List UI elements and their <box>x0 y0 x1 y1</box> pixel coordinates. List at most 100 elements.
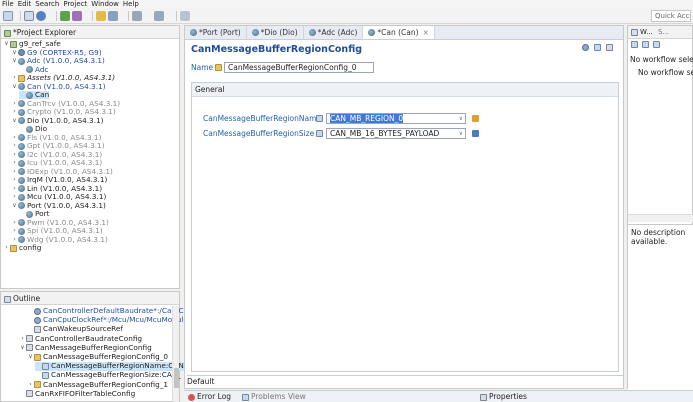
play-icon[interactable] <box>631 41 638 48</box>
tree-item[interactable]: ∨ Adc (V1.0.0, AS4.3.1) <box>11 56 105 65</box>
menu-project[interactable]: Project <box>63 0 87 8</box>
tree-item[interactable]: CanMessageBufferRegionName:CAN <box>35 361 184 371</box>
edit-pencil-icon[interactable] <box>472 115 479 122</box>
project-explorer-icon <box>4 29 11 37</box>
history-icon[interactable] <box>108 11 118 21</box>
param-value-select[interactable]: CAN_MB_REGION_0 ∨ <box>326 113 466 124</box>
module-icon <box>26 91 33 99</box>
expand-twisty-icon[interactable]: ∨ <box>11 117 18 125</box>
expand-twisty-icon[interactable]: ∨ <box>3 40 10 48</box>
outline-title: Outline <box>13 294 41 303</box>
collapse-icon[interactable] <box>653 41 660 48</box>
tree-item[interactable]: ∨ Dio (V1.0.0, AS4.3.1) <box>11 116 103 125</box>
collapse-twisty-icon[interactable]: › <box>11 176 18 184</box>
tree-item[interactable]: › CanControllerBaudrateConfig <box>19 334 142 343</box>
param-value-select[interactable]: CAN_MB_16_BYTES_PAYLOAD ∨ <box>326 128 466 139</box>
collapse-twisty-icon[interactable]: › <box>11 193 18 201</box>
name-input[interactable]: CanMessageBufferRegionConfig_0 <box>224 62 374 73</box>
editor-tab[interactable]: *Dio (Dio) <box>247 26 304 39</box>
collapse-twisty-icon[interactable]: › <box>11 185 18 193</box>
workflow-h-scrollbar[interactable] <box>628 214 693 222</box>
generate-icon[interactable] <box>72 11 82 21</box>
collapse-twisty-icon[interactable]: › <box>11 74 18 82</box>
project-explorer-tab[interactable]: *Project Explorer <box>1 26 179 39</box>
tree-item[interactable]: › config <box>3 243 41 252</box>
collapse-twisty-icon[interactable]: › <box>11 159 18 167</box>
collapse-twisty-icon[interactable]: › <box>11 227 18 235</box>
collapse-twisty-icon[interactable]: › <box>11 142 18 150</box>
tree-item-label: CanRxFIFOFilterTableConfig <box>35 388 136 398</box>
forward-icon[interactable] <box>154 11 164 21</box>
tree-item[interactable]: ∨ Port (V1.0.0, AS4.3.1) <box>11 201 106 210</box>
tree-item[interactable]: CanRxFIFOFilterTableConfig <box>19 388 136 398</box>
problems-icon <box>242 393 249 401</box>
tab-general[interactable]: General <box>192 83 618 97</box>
editor-tab[interactable]: *Adc (Adc) <box>304 26 364 39</box>
workflow-toolbar <box>628 41 693 51</box>
up-arrow-icon[interactable] <box>594 44 601 51</box>
chevron-down-icon[interactable]: ∨ <box>459 114 463 123</box>
tree-item[interactable]: CanControllerDefaultBaudrate*:/Can/Can, <box>27 306 195 315</box>
folder-icon[interactable] <box>96 11 106 21</box>
collapse-twisty-icon[interactable]: › <box>11 100 18 108</box>
globe-icon[interactable] <box>36 11 46 21</box>
close-icon[interactable]: × <box>423 26 429 40</box>
chevron-down-icon[interactable]: ∨ <box>459 129 463 138</box>
expand-twisty-icon[interactable]: ∨ <box>11 57 18 65</box>
outline-scrollbar[interactable] <box>172 306 179 402</box>
outline-tab[interactable]: Outline <box>1 292 179 305</box>
collapse-twisty-icon[interactable]: › <box>11 168 18 176</box>
menu-help[interactable]: Help <box>123 0 139 8</box>
parameter-icon <box>316 115 323 122</box>
tree-item[interactable]: CanWakeupSourceRef <box>27 324 123 333</box>
collapse-twisty-icon[interactable]: › <box>11 151 18 159</box>
collapse-twisty-icon[interactable]: › <box>11 108 18 116</box>
menu-file[interactable]: File <box>2 0 14 8</box>
module-icon <box>18 134 25 142</box>
collapse-twisty-icon[interactable]: › <box>3 244 10 252</box>
outline-scroll-thumb[interactable] <box>174 368 179 388</box>
module-icon <box>190 29 197 36</box>
quick-access-field[interactable]: Quick Access <box>651 10 691 22</box>
tree-item[interactable]: ∨ CanMessageBufferRegionConfig <box>19 343 151 352</box>
collapse-twisty-icon[interactable]: › <box>19 335 26 343</box>
menu-window[interactable]: Window <box>91 0 119 8</box>
tab-error-log[interactable]: Error Log <box>188 391 231 402</box>
tab-properties[interactable]: Properties <box>480 391 527 402</box>
tree-item[interactable]: CanMessageBufferRegionSize:CAN_ <box>35 370 181 379</box>
expand-twisty-icon[interactable]: ∨ <box>27 353 34 361</box>
save-icon[interactable] <box>24 11 34 21</box>
folder-icon <box>34 353 41 361</box>
collapse-twisty-icon[interactable]: › <box>27 381 34 389</box>
tree-item[interactable]: ∨ CanMessageBufferRegionConfig_0 <box>27 352 168 361</box>
calculate-icon[interactable] <box>472 130 479 137</box>
expand-twisty-icon[interactable]: ∨ <box>11 202 18 210</box>
tree-item[interactable]: ∨ Can (V1.0.0, AS4.3.1) <box>11 82 105 91</box>
menu-edit[interactable]: Edit <box>18 0 32 8</box>
back-icon[interactable] <box>132 11 142 21</box>
collapse-twisty-icon[interactable]: › <box>11 236 18 244</box>
expand-twisty-icon[interactable]: ∨ <box>19 344 26 352</box>
run-icon[interactable] <box>60 11 70 21</box>
collapse-twisty-icon[interactable]: › <box>11 219 18 227</box>
menu-search[interactable]: Search <box>35 0 59 8</box>
help-icon[interactable] <box>582 44 589 51</box>
workflow-tabs[interactable]: W... S... <box>628 26 692 39</box>
pin-icon[interactable] <box>180 11 190 21</box>
parameter-icon <box>42 362 49 370</box>
expand-twisty-icon[interactable]: ∨ <box>11 49 18 57</box>
link-icon[interactable] <box>606 44 613 51</box>
expand-twisty-icon[interactable]: ∨ <box>11 83 18 91</box>
workflow-tab-w[interactable]: W... <box>640 28 653 36</box>
tree-item[interactable]: › CanMessageBufferRegionConfig_1 <box>27 380 168 389</box>
tree-item[interactable]: CanCpuClockRef*:/Mcu/Mcu/McuModule <box>27 315 188 324</box>
tab-default[interactable]: Default <box>187 375 623 388</box>
editor-tab[interactable]: *Can (Can) × <box>363 26 435 40</box>
workflow-tab-s[interactable]: S... <box>658 28 669 36</box>
new-icon[interactable] <box>3 11 13 21</box>
editor-tab[interactable]: *Port (Port) <box>185 26 247 39</box>
collapse-twisty-icon[interactable]: › <box>11 134 18 142</box>
folder-icon <box>215 64 222 71</box>
tab-problems-view[interactable]: Problems View <box>242 391 306 402</box>
expand-icon[interactable] <box>642 41 649 48</box>
